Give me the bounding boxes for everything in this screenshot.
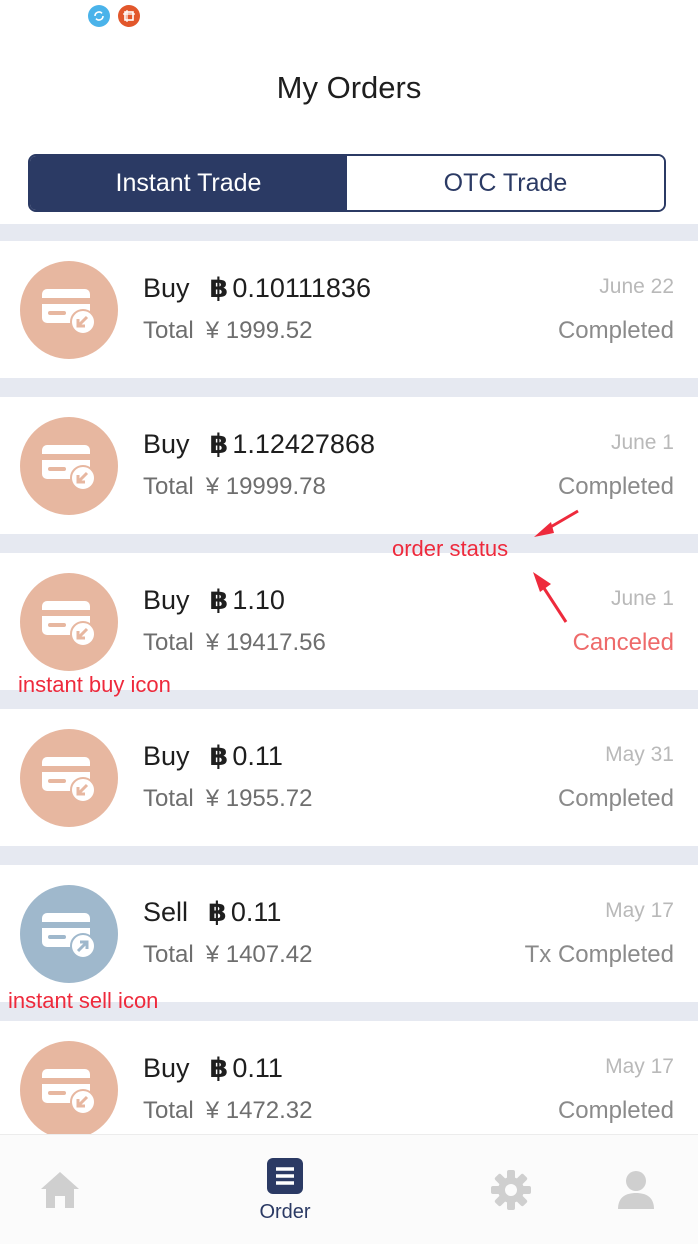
order-row[interactable]: Buy ฿ 0.11 Total ¥ 1472.32 May 17 Complet… [0,1021,698,1134]
order-total: Total ¥ 1955.72 [143,785,313,813]
order-amount: 0.11 [232,741,283,771]
order-icon [267,1157,303,1194]
order-side: Buy [143,1053,190,1083]
order-side: Buy [143,741,190,771]
btc-symbol: ฿ [209,1053,229,1083]
home-icon [41,1172,79,1208]
fiat-symbol: ¥ [205,785,220,812]
bottom-tab-bar: Order [0,1134,698,1244]
order-amount: 0.11 [230,897,282,927]
total-label: Total [143,785,194,812]
order-title: Sell ฿ 0.11 [143,897,281,928]
instant-buy-icon [20,1041,118,1134]
order-status: Tx Completed [524,941,674,968]
total-value: 1955.72 [225,785,313,812]
instant-sell-icon [20,885,118,983]
order-status: Completed [557,1097,674,1124]
annotation-order-status: order status [392,536,509,561]
order-total: Total ¥ 1472.32 [143,1097,313,1125]
order-title: Buy ฿ 0.11 [143,741,283,772]
tab-profile[interactable] [606,1135,666,1244]
tab-settings[interactable] [481,1135,541,1244]
annotation-instant-buy-icon: instant buy icon [18,672,171,697]
btc-symbol: ฿ [209,741,229,771]
order-total: Total ¥ 1407.42 [143,941,313,969]
annotation-instant-sell-icon: instant sell icon [8,988,159,1013]
fiat-symbol: ¥ [205,941,220,968]
total-value: 1407.42 [225,941,313,968]
fiat-symbol: ¥ [205,1097,220,1124]
tab-order-label: Order [259,1200,311,1223]
total-label: Total [143,941,194,968]
btc-symbol: ฿ [208,897,227,927]
tab-home[interactable] [30,1135,90,1244]
total-label: Total [143,1097,194,1124]
tab-order[interactable]: Order [245,1135,325,1244]
order-side: Sell [143,897,189,927]
annotation-arrows [533,509,579,623]
order-row[interactable]: Sell ฿ 0.11 Total ¥ 1407.42 May 17 Tx Com… [0,865,698,1002]
order-amount: 0.11 [232,1053,283,1083]
order-date: May 17 [605,1055,674,1078]
order-row[interactable]: Buy ฿ 0.11 Total ¥ 1955.72 May 31 Complet… [0,709,698,846]
order-date: May 31 [605,743,674,766]
order-status: Completed [557,785,674,812]
order-title: Buy ฿ 0.11 [143,1053,283,1084]
instant-buy-icon [20,729,118,827]
total-value: 1472.32 [225,1097,313,1124]
profile-icon [618,1171,654,1209]
order-date: May 17 [605,899,674,922]
settings-icon [491,1170,531,1210]
